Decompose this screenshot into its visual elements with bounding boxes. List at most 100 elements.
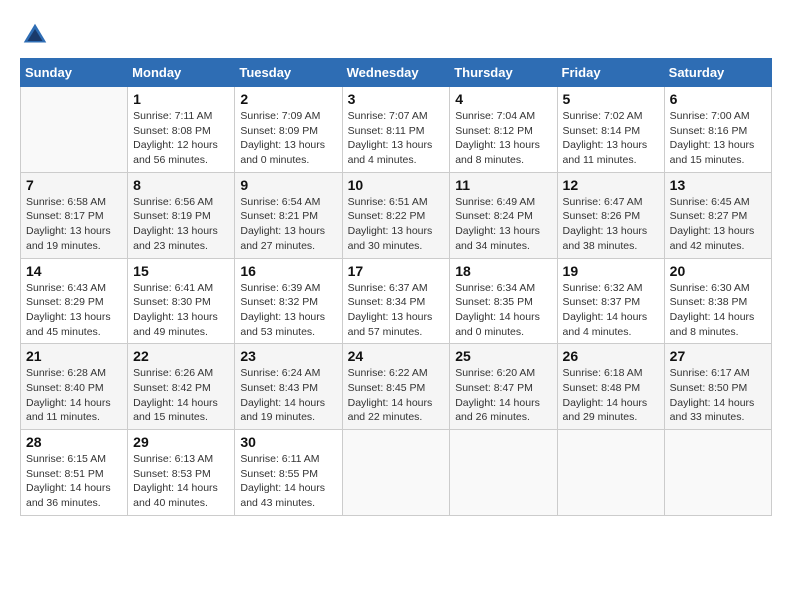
calendar-cell: 16 Sunrise: 6:39 AM Sunset: 8:32 PM Dayli… [235,258,342,344]
day-info: Sunrise: 7:04 AM Sunset: 8:12 PM Dayligh… [455,109,551,168]
calendar-cell [450,430,557,516]
weekday-header-thursday: Thursday [450,59,557,87]
calendar-cell: 6 Sunrise: 7:00 AM Sunset: 8:16 PM Daylig… [664,87,771,173]
day-info: Sunrise: 6:20 AM Sunset: 8:47 PM Dayligh… [455,366,551,425]
calendar-cell: 25 Sunrise: 6:20 AM Sunset: 8:47 PM Dayli… [450,344,557,430]
calendar-cell: 13Sunrise: 6:45 AM Sunset: 8:27 PM Dayli… [664,172,771,258]
week-row-3: 14 Sunrise: 6:43 AM Sunset: 8:29 PM Dayli… [21,258,772,344]
day-number: 5 [563,91,659,107]
week-row-2: 7 Sunrise: 6:58 AM Sunset: 8:17 PM Daylig… [21,172,772,258]
calendar-cell: 24 Sunrise: 6:22 AM Sunset: 8:45 PM Dayli… [342,344,450,430]
day-number: 20 [670,263,766,279]
day-number: 27 [670,348,766,364]
day-number: 29 [133,434,229,450]
day-number: 3 [348,91,445,107]
day-number: 23 [240,348,336,364]
weekday-header-monday: Monday [128,59,235,87]
day-info: Sunrise: 6:41 AM Sunset: 8:30 PM Dayligh… [133,281,229,340]
logo-icon [20,20,50,50]
day-number: 8 [133,177,229,193]
day-number: 12 [563,177,659,193]
day-info: Sunrise: 6:22 AM Sunset: 8:45 PM Dayligh… [348,366,445,425]
calendar-cell: 3 Sunrise: 7:07 AM Sunset: 8:11 PM Daylig… [342,87,450,173]
weekday-header-sunday: Sunday [21,59,128,87]
day-info: Sunrise: 6:51 AM Sunset: 8:22 PM Dayligh… [348,195,445,254]
day-info: Sunrise: 7:07 AM Sunset: 8:11 PM Dayligh… [348,109,445,168]
day-number: 26 [563,348,659,364]
calendar-cell: 30 Sunrise: 6:11 AM Sunset: 8:55 PM Dayli… [235,430,342,516]
calendar-cell: 15 Sunrise: 6:41 AM Sunset: 8:30 PM Dayli… [128,258,235,344]
calendar-cell: 26 Sunrise: 6:18 AM Sunset: 8:48 PM Dayli… [557,344,664,430]
calendar-cell: 1 Sunrise: 7:11 AM Sunset: 8:08 PM Daylig… [128,87,235,173]
week-row-4: 21 Sunrise: 6:28 AM Sunset: 8:40 PM Dayli… [21,344,772,430]
calendar-cell [664,430,771,516]
weekday-header-friday: Friday [557,59,664,87]
weekday-header-tuesday: Tuesday [235,59,342,87]
calendar-cell: 7 Sunrise: 6:58 AM Sunset: 8:17 PM Daylig… [21,172,128,258]
day-info: Sunrise: 6:28 AM Sunset: 8:40 PM Dayligh… [26,366,122,425]
day-info: Sunrise: 6:45 AM Sunset: 8:27 PM Dayligh… [670,195,766,254]
day-info: Sunrise: 6:54 AM Sunset: 8:21 PM Dayligh… [240,195,336,254]
week-row-5: 28 Sunrise: 6:15 AM Sunset: 8:51 PM Dayli… [21,430,772,516]
day-info: Sunrise: 6:49 AM Sunset: 8:24 PM Dayligh… [455,195,551,254]
calendar-cell [342,430,450,516]
day-number: 21 [26,348,122,364]
day-number: 18 [455,263,551,279]
calendar-cell: 22Sunrise: 6:26 AM Sunset: 8:42 PM Dayli… [128,344,235,430]
day-number: 24 [348,348,445,364]
calendar-cell: 27 Sunrise: 6:17 AM Sunset: 8:50 PM Dayli… [664,344,771,430]
day-info: Sunrise: 7:02 AM Sunset: 8:14 PM Dayligh… [563,109,659,168]
calendar-cell: 12 Sunrise: 6:47 AM Sunset: 8:26 PM Dayli… [557,172,664,258]
calendar-cell: 14 Sunrise: 6:43 AM Sunset: 8:29 PM Dayli… [21,258,128,344]
day-info: Sunrise: 6:37 AM Sunset: 8:34 PM Dayligh… [348,281,445,340]
calendar-cell: 29Sunrise: 6:13 AM Sunset: 8:53 PM Dayli… [128,430,235,516]
calendar-cell: 8 Sunrise: 6:56 AM Sunset: 8:19 PM Daylig… [128,172,235,258]
calendar-cell: 18 Sunrise: 6:34 AM Sunset: 8:35 PM Dayli… [450,258,557,344]
logo [20,20,54,50]
calendar-cell: 2Sunrise: 7:09 AM Sunset: 8:09 PM Daylig… [235,87,342,173]
day-number: 11 [455,177,551,193]
calendar-cell: 19Sunrise: 6:32 AM Sunset: 8:37 PM Dayli… [557,258,664,344]
day-info: Sunrise: 7:11 AM Sunset: 8:08 PM Dayligh… [133,109,229,168]
day-info: Sunrise: 6:11 AM Sunset: 8:55 PM Dayligh… [240,452,336,511]
day-info: Sunrise: 6:34 AM Sunset: 8:35 PM Dayligh… [455,281,551,340]
day-info: Sunrise: 6:39 AM Sunset: 8:32 PM Dayligh… [240,281,336,340]
day-info: Sunrise: 6:26 AM Sunset: 8:42 PM Dayligh… [133,366,229,425]
calendar-cell: 5 Sunrise: 7:02 AM Sunset: 8:14 PM Daylig… [557,87,664,173]
day-info: Sunrise: 7:00 AM Sunset: 8:16 PM Dayligh… [670,109,766,168]
day-info: Sunrise: 6:58 AM Sunset: 8:17 PM Dayligh… [26,195,122,254]
day-number: 14 [26,263,122,279]
calendar-cell [557,430,664,516]
day-info: Sunrise: 6:15 AM Sunset: 8:51 PM Dayligh… [26,452,122,511]
day-number: 1 [133,91,229,107]
week-row-1: 1 Sunrise: 7:11 AM Sunset: 8:08 PM Daylig… [21,87,772,173]
calendar-cell: 11 Sunrise: 6:49 AM Sunset: 8:24 PM Dayli… [450,172,557,258]
weekday-header-saturday: Saturday [664,59,771,87]
day-info: Sunrise: 6:43 AM Sunset: 8:29 PM Dayligh… [26,281,122,340]
day-number: 4 [455,91,551,107]
calendar-cell: 23Sunrise: 6:24 AM Sunset: 8:43 PM Dayli… [235,344,342,430]
day-info: Sunrise: 6:17 AM Sunset: 8:50 PM Dayligh… [670,366,766,425]
day-number: 10 [348,177,445,193]
day-number: 15 [133,263,229,279]
calendar-cell: 28 Sunrise: 6:15 AM Sunset: 8:51 PM Dayli… [21,430,128,516]
calendar: SundayMondayTuesdayWednesdayThursdayFrid… [20,58,772,516]
weekday-header-row: SundayMondayTuesdayWednesdayThursdayFrid… [21,59,772,87]
day-number: 16 [240,263,336,279]
day-info: Sunrise: 6:56 AM Sunset: 8:19 PM Dayligh… [133,195,229,254]
page-header [20,20,772,50]
calendar-cell: 4 Sunrise: 7:04 AM Sunset: 8:12 PM Daylig… [450,87,557,173]
day-number: 2 [240,91,336,107]
day-number: 28 [26,434,122,450]
weekday-header-wednesday: Wednesday [342,59,450,87]
day-number: 7 [26,177,122,193]
day-number: 6 [670,91,766,107]
day-number: 30 [240,434,336,450]
calendar-cell [21,87,128,173]
day-info: Sunrise: 6:30 AM Sunset: 8:38 PM Dayligh… [670,281,766,340]
day-number: 25 [455,348,551,364]
day-number: 17 [348,263,445,279]
calendar-cell: 17 Sunrise: 6:37 AM Sunset: 8:34 PM Dayli… [342,258,450,344]
day-info: Sunrise: 6:47 AM Sunset: 8:26 PM Dayligh… [563,195,659,254]
day-info: Sunrise: 6:18 AM Sunset: 8:48 PM Dayligh… [563,366,659,425]
